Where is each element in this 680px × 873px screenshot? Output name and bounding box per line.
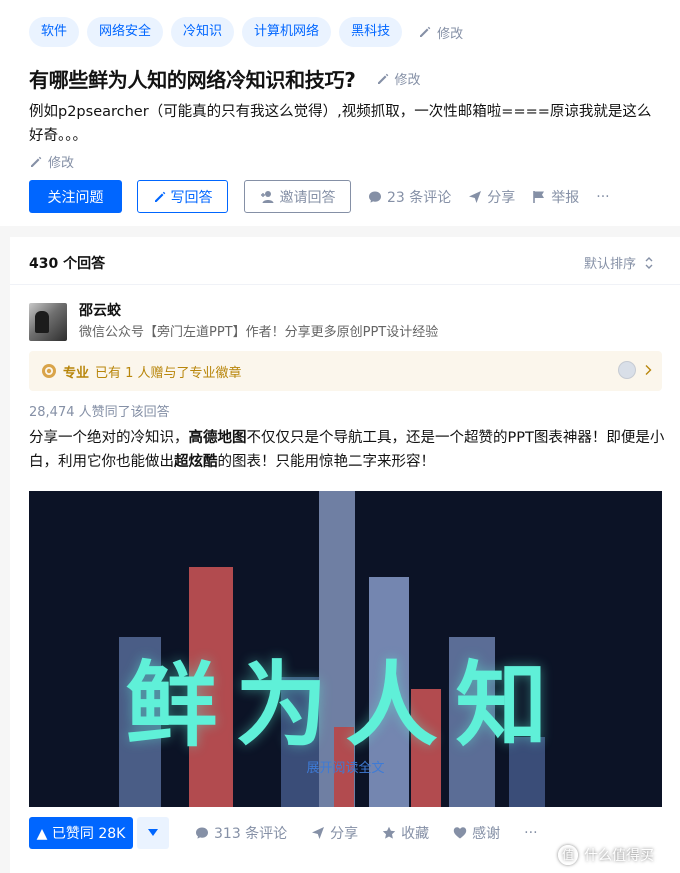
answer-share-label: 分享	[330, 826, 359, 842]
author-bio: 微信公众号【旁门左道PPT】作者！分享更多原创PPT设计经验	[79, 325, 439, 340]
vote-count-meta: 28,474 人赞同了该回答	[29, 405, 170, 420]
site-watermark: 值 什么值得买	[558, 845, 654, 865]
sort-label: 默认排序	[583, 257, 636, 272]
tag-software[interactable]: 软件	[29, 17, 80, 47]
star-icon	[382, 826, 396, 839]
badge-giver-avatar	[618, 361, 636, 379]
triangle-down-icon	[148, 829, 158, 836]
answer-actions: ▲ 已赞同 28K 313 条评论 分享 收藏 感谢 ···	[29, 817, 538, 849]
answer-share-button[interactable]: 分享	[311, 823, 358, 843]
collect-button[interactable]: 收藏	[382, 823, 429, 843]
thanks-label: 感谢	[472, 826, 501, 842]
write-answer-label: 写回答	[170, 189, 213, 206]
write-answer-button[interactable]: 写回答	[137, 180, 228, 213]
answer-text: 分享一个绝对的冷知识，高德地图不仅仅只是个导航工具，还是一个超赞的PPT图表神器…	[29, 426, 665, 474]
expand-full-text-link[interactable]: 展开阅读全文	[29, 757, 662, 776]
author-info: 邵云蛟 微信公众号【旁门左道PPT】作者！分享更多原创PPT设计经验	[29, 303, 438, 342]
author-name[interactable]: 邵云蛟	[79, 302, 438, 320]
invite-answer-button[interactable]: 邀请回答	[244, 180, 351, 213]
question-title-row: 有哪些鲜为人知的网络冷知识和技巧? 修改	[29, 64, 421, 93]
edit-tags-label: 修改	[437, 26, 464, 42]
edit-detail-button[interactable]: 修改	[29, 152, 74, 171]
share-icon	[312, 827, 325, 839]
answers-header: 430 个回答 默认排序	[10, 237, 680, 285]
report-button[interactable]: 举报	[532, 187, 579, 207]
sort-dropdown[interactable]: 默认排序	[584, 253, 654, 272]
tag-computer-network[interactable]: 计算机网络	[242, 17, 332, 47]
question-more-button[interactable]: ···	[596, 189, 609, 205]
report-label: 举报	[551, 189, 580, 206]
question-comments-label: 23 条评论	[387, 189, 452, 206]
chevron-right-icon	[645, 365, 652, 375]
share-icon	[469, 190, 482, 203]
answer-text-part: 分享一个绝对的冷知识，	[29, 430, 189, 446]
pencil-icon	[154, 191, 165, 202]
comment-icon	[369, 191, 381, 203]
thanks-button[interactable]: 感谢	[453, 823, 500, 843]
answer-count: 430 个回答	[29, 256, 106, 272]
pencil-icon	[420, 26, 431, 37]
heart-icon	[453, 827, 467, 839]
question-title: 有哪些鲜为人知的网络冷知识和技巧?	[29, 68, 356, 92]
answer-card: 430 个回答 默认排序 邵云蛟 微信公众号【旁门左道PPT】作者！分享更多原创…	[10, 237, 680, 873]
edit-title-label: 修改	[394, 73, 421, 88]
flag-icon	[533, 190, 545, 203]
edit-tags-button[interactable]: 修改	[418, 23, 463, 42]
answer-comments-button[interactable]: 313 条评论	[195, 823, 287, 843]
watermark-text: 什么值得买	[584, 848, 654, 864]
question-actions: 关注问题 写回答 邀请回答 23 条评论 分享 举报 ···	[29, 180, 610, 213]
answer-more-button[interactable]: ···	[524, 825, 537, 841]
avatar[interactable]	[29, 303, 67, 341]
vote-down-button[interactable]	[137, 817, 169, 849]
answer-comments-label: 313 条评论	[214, 826, 288, 842]
invite-answer-label: 邀请回答	[279, 189, 336, 206]
tag-black-tech[interactable]: 黑科技	[339, 17, 403, 47]
medal-icon	[42, 364, 56, 378]
watermark-logo-icon: 值	[558, 845, 578, 865]
question-detail: 例如p2psearcher（可能真的只有我这么觉得）,视频抓取，一次性邮箱啦==…	[29, 104, 652, 144]
comment-icon	[196, 827, 208, 839]
question-share-button[interactable]: 分享	[468, 187, 515, 207]
edit-detail-label: 修改	[48, 156, 75, 171]
tag-network-security[interactable]: 网络安全	[87, 17, 164, 47]
collect-label: 收藏	[401, 826, 430, 842]
vote-up-button[interactable]: ▲ 已赞同 28K	[29, 817, 133, 849]
answer-text-bold: 超炫酷	[174, 454, 218, 470]
answer-image[interactable]: 鲜为人知 展开阅读全文	[29, 491, 662, 807]
answer-text-part: 的图表！只能用惊艳二字来形容！	[217, 454, 436, 470]
answer-text-bold: 高德地图	[188, 430, 247, 446]
badge-tag: 专业	[63, 365, 90, 381]
follow-question-button[interactable]: 关注问题	[29, 180, 122, 213]
topic-tags: 软件 网络安全 冷知识 计算机网络 黑科技 修改	[29, 17, 463, 47]
question-comments-button[interactable]: 23 条评论	[368, 187, 451, 207]
pencil-icon	[377, 73, 388, 84]
badge-text: 已有 1 人赠与了专业徽章	[95, 365, 242, 381]
sort-chevron-icon	[645, 256, 653, 269]
question-card: 软件 网络安全 冷知识 计算机网络 黑科技 修改 有哪些鲜为人知的网络冷知识和技…	[0, 0, 680, 226]
professional-badge-bar[interactable]: 专业 已有 1 人赠与了专业徽章	[29, 351, 662, 391]
question-share-label: 分享	[487, 189, 516, 206]
pencil-icon	[31, 156, 42, 167]
tag-trivia[interactable]: 冷知识	[171, 17, 235, 47]
add-user-icon	[260, 190, 273, 203]
edit-title-button[interactable]: 修改	[376, 69, 421, 88]
image-headline: 鲜为人知	[125, 652, 566, 759]
